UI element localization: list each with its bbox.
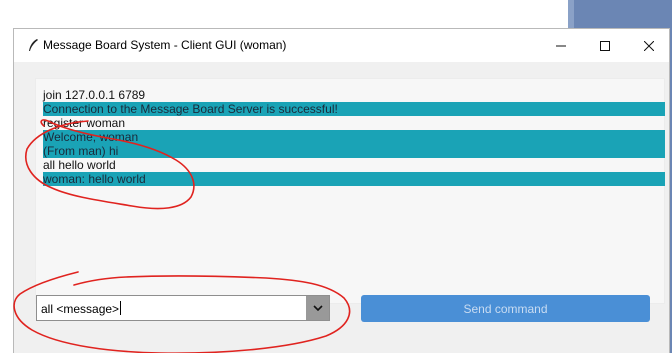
- red-annotation-marks: [13, 119, 351, 353]
